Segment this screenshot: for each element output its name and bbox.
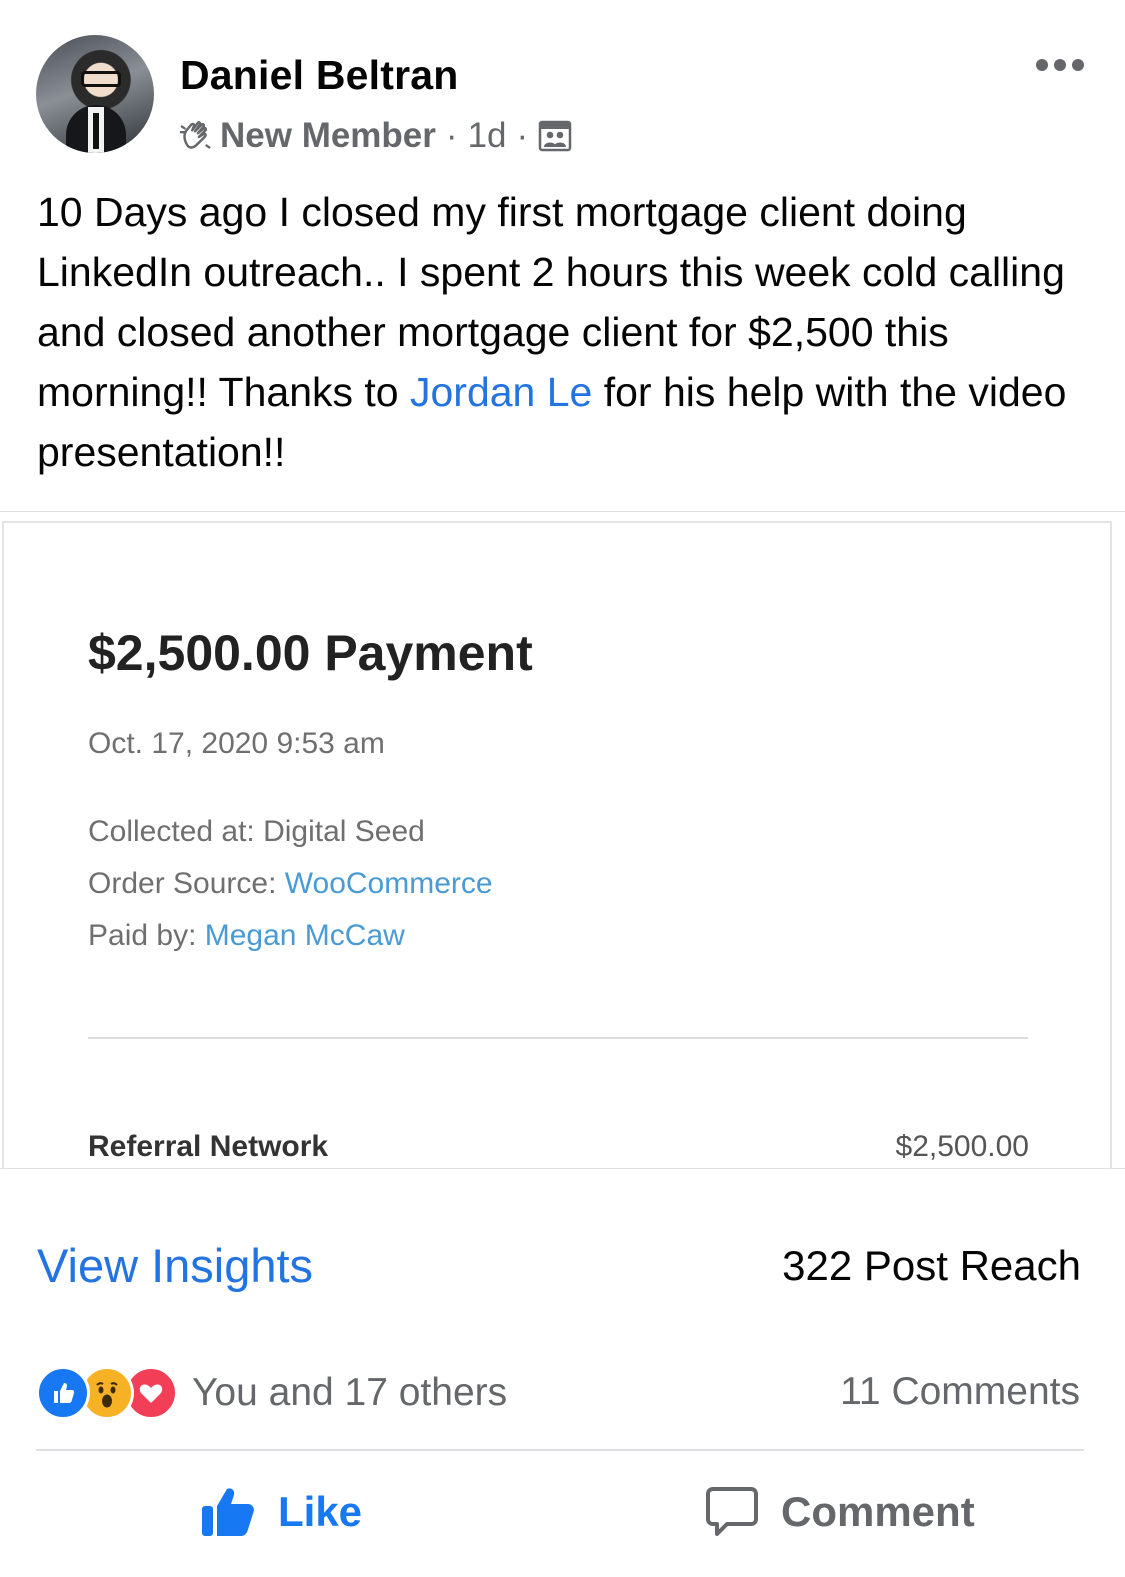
- receipt-order-source: Order Source: WooCommerce: [88, 867, 493, 901]
- post-meta: New Member · 1d ·: [178, 116, 572, 156]
- author-name[interactable]: Daniel Beltran: [180, 52, 459, 99]
- wave-hand-icon: [179, 121, 211, 149]
- post-time[interactable]: 1d: [468, 116, 507, 156]
- collected-value: Digital Seed: [263, 815, 425, 848]
- receipt-divider: [88, 1037, 1028, 1039]
- group-icon: [538, 120, 572, 152]
- comments-count[interactable]: 11 Comments: [840, 1370, 1080, 1414]
- author-avatar[interactable]: [36, 35, 154, 153]
- avatar-tie: [93, 113, 99, 149]
- post-reach: 322 Post Reach: [782, 1242, 1081, 1289]
- receipt-paid-by: Paid by: Megan McCaw: [88, 919, 405, 953]
- paid-by-value: Megan McCaw: [204, 919, 405, 952]
- receipt-title: $2,500.00 Payment: [88, 625, 533, 681]
- like-label: Like: [278, 1488, 363, 1535]
- thumbs-up-icon: [202, 1488, 254, 1536]
- post-text: 10 Days ago I closed my first mortgage c…: [37, 182, 1097, 482]
- more-options-icon[interactable]: [1035, 56, 1085, 74]
- comment-bubble-icon: [706, 1487, 758, 1536]
- receipt-item-name: Referral Network: [88, 1130, 329, 1163]
- avatar-glasses: [81, 71, 121, 87]
- comment-button[interactable]: Comment: [705, 1482, 975, 1542]
- reactions-summary[interactable]: You and 17 others: [36, 1366, 507, 1420]
- comment-label: Comment: [781, 1488, 975, 1535]
- order-source-label: Order Source:: [88, 867, 285, 900]
- like-reaction-icon: [36, 1366, 90, 1420]
- order-source-value: WooCommerce: [284, 867, 493, 900]
- receipt-item-amount: $2,500.00: [895, 1130, 1029, 1163]
- reactions-text[interactable]: You and 17 others: [192, 1371, 507, 1415]
- receipt-date: Oct. 17, 2020 9:53 am: [88, 727, 385, 760]
- collected-label: Collected at:: [88, 815, 264, 848]
- like-button[interactable]: Like: [200, 1482, 362, 1542]
- view-insights-link[interactable]: View Insights: [37, 1238, 313, 1293]
- mention-link[interactable]: Jordan Le: [410, 369, 592, 415]
- actions-divider: [36, 1449, 1084, 1451]
- receipt-collected: Collected at: Digital Seed: [88, 815, 425, 849]
- meta-separator: ·: [445, 116, 458, 155]
- meta-separator: ·: [516, 116, 529, 155]
- paid-by-label: Paid by:: [88, 919, 205, 952]
- member-badge[interactable]: New Member: [220, 116, 436, 156]
